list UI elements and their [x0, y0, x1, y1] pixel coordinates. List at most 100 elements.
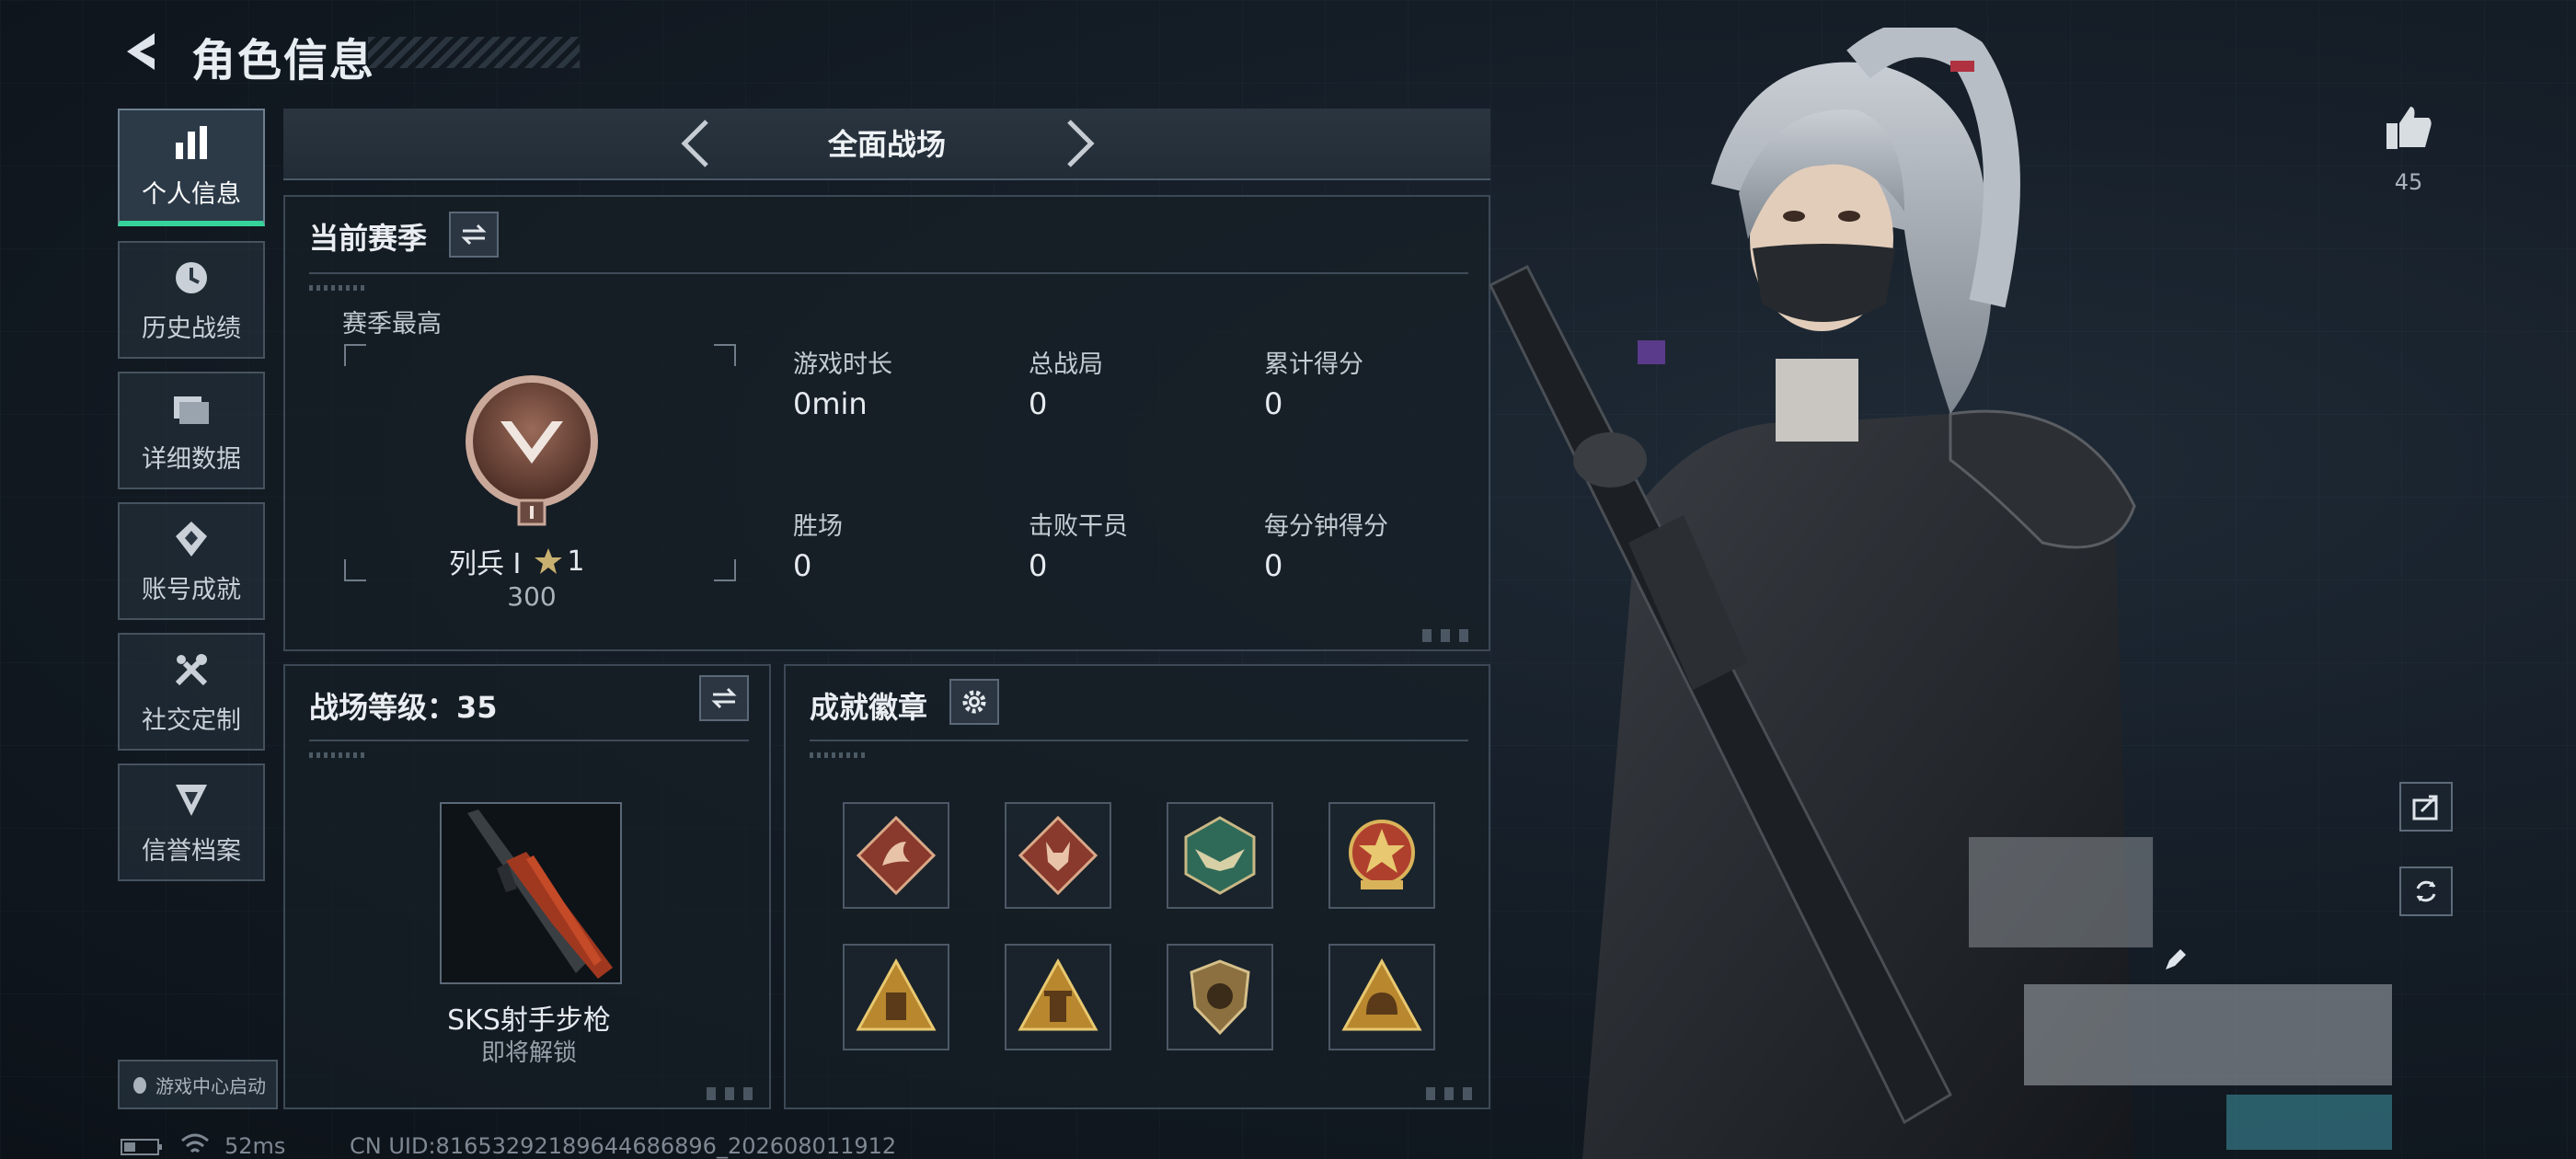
- star-icon: [535, 548, 563, 574]
- weapon-name: SKS射手步枪: [447, 1004, 611, 1037]
- mode-selector: 全面战场: [283, 109, 1490, 180]
- stat-value-operators-defeated: 0: [1029, 548, 1048, 583]
- triangle-scroll-badge-icon: [856, 958, 937, 1031]
- sidebar-item-label: 社交定制: [142, 706, 241, 735]
- stat-value-total-matches: 0: [1029, 386, 1048, 421]
- sidebar-item-detailed-data[interactable]: 详细数据: [118, 372, 265, 489]
- star-emblem-badge-icon: [1349, 820, 1415, 889]
- season-panel: 当前赛季 赛季最高 列兵 Ⅰ 1 300 游戏时长 0min 总战局 0 累计得…: [283, 195, 1490, 651]
- shield-badge-icon: [1190, 959, 1250, 1036]
- rank-name: 列兵 Ⅰ: [449, 548, 522, 580]
- refresh-button[interactable]: [2399, 866, 2453, 916]
- battlefield-level-panel: 战场等级：35 SKS射手步枪 即将解锁: [283, 664, 771, 1109]
- folder-icon: [174, 396, 209, 424]
- gear-icon: [962, 690, 986, 714]
- winged-hexagon-badge-icon: [1184, 816, 1256, 895]
- sidebar-item-label: 信誉档案: [142, 836, 241, 866]
- stat-value-play-time: 0min: [793, 386, 868, 421]
- frame-corner: [714, 344, 736, 366]
- weapon-reward-slot[interactable]: [440, 802, 622, 984]
- divider: [309, 272, 1468, 274]
- rifle-icon: [467, 809, 613, 979]
- character-illustration: [1488, 28, 2392, 1159]
- title-decoration: [368, 37, 580, 68]
- medal-icon: [176, 521, 207, 557]
- achievement-badge[interactable]: [843, 944, 949, 1050]
- like-count: 45: [2394, 169, 2423, 195]
- frame-corner: [344, 344, 366, 366]
- wolf-diamond-badge-icon: [1018, 815, 1098, 896]
- dragon-diamond-badge-icon: [856, 815, 937, 896]
- sidebar-item-label: 历史战绩: [142, 314, 241, 343]
- wifi-icon: [181, 1133, 209, 1153]
- sidebar-item-account-achievements[interactable]: 账号成就: [118, 502, 265, 620]
- sidebar-item-match-history[interactable]: 历史战绩: [118, 241, 265, 359]
- decoration: [309, 285, 364, 291]
- game-center-label: 游戏中心启动: [155, 1074, 266, 1097]
- achievement-badge[interactable]: [1328, 802, 1435, 909]
- ping-text: 52ms: [224, 1133, 286, 1159]
- stat-label-total-score: 累计得分: [1264, 350, 1363, 379]
- stat-label-total-matches: 总战局: [1029, 350, 1103, 379]
- rank-points: 300: [507, 581, 557, 612]
- stat-label-wins: 胜场: [793, 512, 843, 541]
- triangle-helmet-badge-icon: [1341, 958, 1422, 1031]
- stat-value-total-score: 0: [1264, 386, 1283, 421]
- achievements-settings-button[interactable]: [949, 679, 999, 725]
- sidebar-item-credit-record[interactable]: 信誉档案: [118, 763, 265, 881]
- sidebar-item-label: 个人信息: [142, 179, 241, 209]
- achievements-panel: 成就徽章: [784, 664, 1490, 1109]
- stat-label-operators-defeated: 击败干员: [1029, 512, 1128, 541]
- uid-text: CN UID:816532921896446868​96_20260801191…: [350, 1133, 897, 1159]
- stat-label-play-time: 游戏时长: [793, 350, 892, 379]
- battlefield-level-title: 战场等级：35: [309, 690, 498, 725]
- achievement-badge[interactable]: [1005, 802, 1111, 909]
- decoration: [309, 752, 364, 758]
- decoration: [810, 752, 865, 758]
- back-arrow-icon[interactable]: [118, 28, 166, 75]
- triangle-tower-badge-icon: [1018, 958, 1098, 1031]
- sidebar-item-label: 详细数据: [142, 444, 241, 474]
- share-button[interactable]: [2399, 782, 2453, 832]
- sidebar-item-label: 账号成就: [142, 575, 241, 604]
- stat-value-score-per-minute: 0: [1264, 548, 1283, 583]
- battery-icon: [121, 1139, 162, 1155]
- share-icon: [2412, 795, 2438, 820]
- weapon-status: 即将解锁: [480, 1039, 577, 1067]
- refresh-icon: [2416, 880, 2436, 902]
- frame-corner: [714, 559, 736, 581]
- game-center-button[interactable]: 游戏中心启动: [118, 1060, 278, 1109]
- stat-value-wins: 0: [793, 548, 812, 583]
- chevron-right-icon[interactable]: [1054, 116, 1106, 171]
- achievement-badge[interactable]: [1328, 944, 1435, 1050]
- rank-emblem-icon: [466, 375, 598, 526]
- shield-icon: [176, 784, 207, 816]
- achievement-badge[interactable]: [1167, 802, 1273, 909]
- divider: [810, 740, 1468, 741]
- battlefield-level-switch-button[interactable]: [699, 675, 749, 721]
- stat-label-score-per-minute: 每分钟得分: [1264, 512, 1388, 541]
- sidebar-item-social-customize[interactable]: 社交定制: [118, 633, 265, 751]
- divider: [309, 740, 749, 741]
- thumbs-up-icon[interactable]: [2383, 101, 2434, 153]
- season-highest-label: 赛季最高: [342, 310, 442, 339]
- achievement-badge[interactable]: [1005, 944, 1111, 1050]
- rank-stars: 1: [567, 545, 585, 578]
- mode-label: 全面战场: [827, 127, 946, 162]
- decoration: [1422, 629, 1478, 642]
- penguin-icon: [133, 1077, 146, 1094]
- decoration: [707, 1087, 762, 1100]
- season-title: 当前赛季: [309, 221, 428, 256]
- achievement-badge[interactable]: [843, 802, 949, 909]
- achievements-title: 成就徽章: [810, 690, 928, 725]
- swap-icon: [711, 687, 737, 709]
- sidebar-item-personal-info[interactable]: 个人信息: [118, 109, 265, 226]
- frame-corner: [344, 559, 366, 581]
- achievement-badge[interactable]: [1167, 944, 1273, 1050]
- season-switch-button[interactable]: [449, 212, 499, 258]
- page-title: 角色信息: [191, 35, 376, 86]
- clock-icon: [176, 261, 207, 293]
- rank-name-row: 列兵 Ⅰ 1: [449, 541, 584, 581]
- edit-icon[interactable]: [2162, 947, 2188, 973]
- tools-icon: [175, 653, 208, 685]
